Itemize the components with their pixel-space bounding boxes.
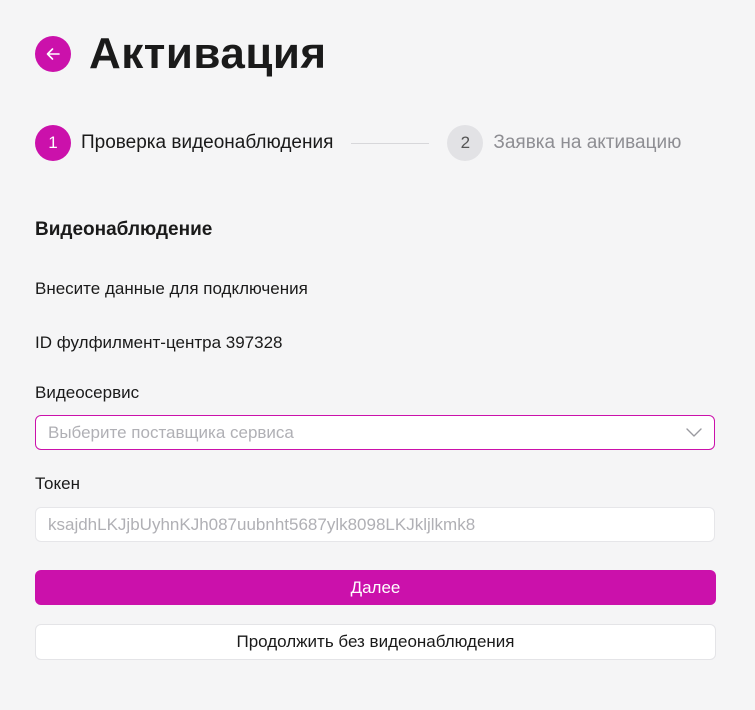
- arrow-left-icon: [46, 48, 60, 60]
- page-title: Активация: [89, 29, 327, 78]
- back-button[interactable]: [35, 36, 71, 72]
- fulfillment-id-text: ID фулфилмент-центра 397328: [35, 333, 283, 352]
- token-placeholder: ksajdhLKJjbUyhnKJh087uubnht5687ylk8098LK…: [48, 514, 476, 534]
- chevron-down-icon: [686, 428, 702, 437]
- token-label: Токен: [35, 474, 80, 493]
- step-connector: [351, 142, 430, 144]
- video-service-select[interactable]: Выберите поставщика сервиса: [35, 415, 715, 450]
- video-service-placeholder: Выберите поставщика сервиса: [48, 422, 294, 442]
- token-input[interactable]: ksajdhLKJjbUyhnKJh087uubnht5687ylk8098LK…: [35, 507, 715, 542]
- continue-without-video-button[interactable]: Продолжить без видеонаблюдения: [35, 624, 716, 660]
- step-2-label: Заявка на активацию: [493, 132, 682, 153]
- step-1[interactable]: 1 Проверка видеонаблюдения: [35, 125, 333, 161]
- next-button[interactable]: Далее: [35, 570, 716, 605]
- step-1-number: 1: [35, 125, 71, 161]
- stepper: 1 Проверка видеонаблюдения 2 Заявка на а…: [35, 125, 725, 161]
- section-title: Видеонаблюдение: [35, 219, 213, 240]
- step-2[interactable]: 2 Заявка на активацию: [447, 125, 681, 161]
- step-2-number: 2: [447, 125, 484, 161]
- instruction-text: Внесите данные для подключения: [35, 279, 308, 298]
- step-1-label: Проверка видеонаблюдения: [81, 132, 334, 153]
- page-header: Активация: [35, 28, 327, 80]
- video-service-label: Видеосервис: [35, 383, 140, 402]
